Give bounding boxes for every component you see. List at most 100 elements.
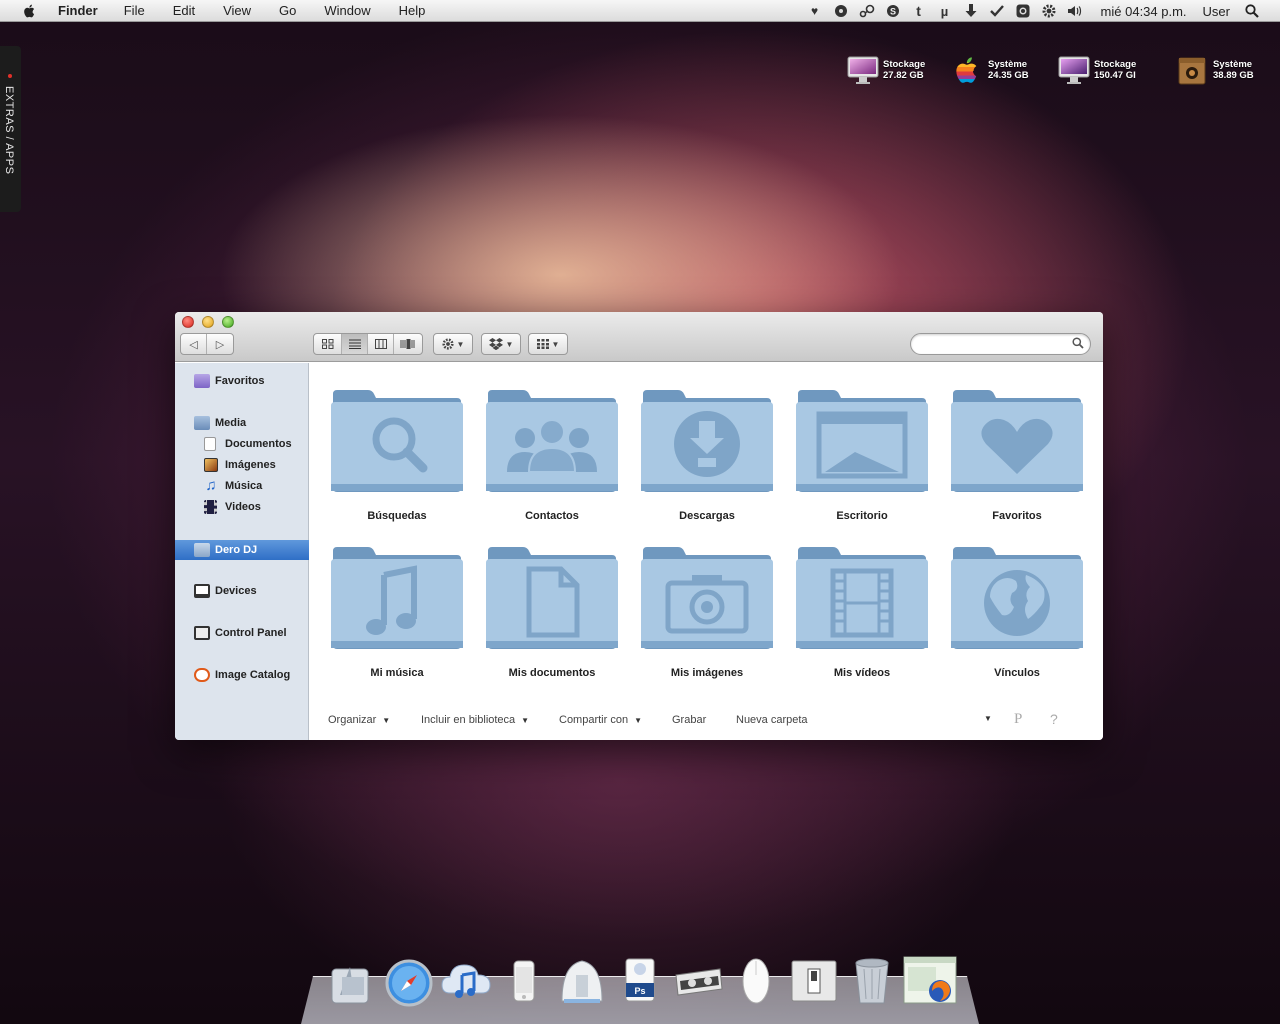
- folder-escritorio[interactable]: Escritorio: [792, 388, 932, 538]
- camera-icon: [641, 547, 773, 649]
- tape-icon[interactable]: [670, 955, 726, 1007]
- folder-mis-imagenes[interactable]: Mis imágenes: [637, 545, 777, 695]
- music-icon: ♫: [205, 477, 217, 494]
- apple-menu-icon[interactable]: [20, 3, 40, 19]
- folder-label: Escritorio: [836, 510, 888, 522]
- folder-label: Vínculos: [994, 667, 1040, 679]
- folder-busquedas[interactable]: Búsquedas: [327, 388, 467, 538]
- menu-help[interactable]: Help: [399, 3, 426, 18]
- safari-icon[interactable]: [381, 955, 437, 1007]
- user-menu[interactable]: User: [1203, 4, 1230, 19]
- drive-name: Stockage: [1094, 59, 1137, 70]
- volume-icon[interactable]: [1067, 3, 1083, 19]
- menubar-clock[interactable]: mié 04:34 p.m.: [1101, 4, 1187, 19]
- skype-icon[interactable]: S: [885, 3, 901, 19]
- migration-icon[interactable]: [322, 955, 378, 1007]
- list-view-button[interactable]: [342, 334, 368, 354]
- view-options-button[interactable]: ▼: [978, 714, 992, 723]
- time-machine-icon[interactable]: [554, 955, 610, 1007]
- column-view-button[interactable]: [368, 334, 394, 354]
- new-folder-button[interactable]: Nueva carpeta: [736, 714, 808, 726]
- checkmark-icon[interactable]: [989, 3, 1005, 19]
- action-gear-button[interactable]: ▼: [434, 334, 472, 354]
- extras-apps-label: EXTRAS / APPS: [3, 86, 15, 175]
- trash-icon[interactable]: [844, 955, 900, 1007]
- menu-edit[interactable]: Edit: [173, 3, 195, 18]
- icon-view-button[interactable]: [314, 334, 342, 354]
- sidebar-item-media[interactable]: Media: [175, 413, 309, 433]
- mouse-icon[interactable]: [728, 955, 784, 1007]
- sidebar-item-dero-dj[interactable]: Dero DJ: [175, 540, 309, 560]
- video-icon: [204, 500, 217, 514]
- photoshop-icon[interactable]: Ps: [612, 955, 668, 1007]
- sidebar-item-favoritos[interactable]: Favoritos: [175, 371, 309, 391]
- sidebar-item-label: Música: [225, 480, 263, 492]
- zoom-button[interactable]: [222, 316, 234, 328]
- arrange-button[interactable]: ▼: [529, 334, 567, 354]
- close-button[interactable]: [182, 316, 194, 328]
- include-label: Incluir en biblioteca: [421, 714, 516, 726]
- share-with-button[interactable]: Compartir con ▼: [559, 714, 642, 726]
- gear-icon[interactable]: [1041, 3, 1057, 19]
- menu-window[interactable]: Window: [324, 3, 370, 18]
- folder-contactos[interactable]: Contactos: [482, 388, 622, 538]
- forward-button[interactable]: ▷: [207, 334, 233, 354]
- drive-widget[interactable]: Système 38.89 GB: [1177, 54, 1254, 86]
- record-icon[interactable]: [833, 3, 849, 19]
- back-button[interactable]: ◁: [181, 334, 207, 354]
- help-button[interactable]: ?: [1050, 711, 1058, 727]
- dropbox-menu-group: ▼: [481, 333, 521, 355]
- itunes-icon[interactable]: [438, 955, 494, 1007]
- sidebar-item-control-panel[interactable]: Control Panel: [175, 623, 309, 643]
- steam-icon[interactable]: [859, 3, 875, 19]
- download-icon[interactable]: [963, 3, 979, 19]
- folder-mis-videos[interactable]: Mis vídeos: [792, 545, 932, 695]
- coverflow-view-button[interactable]: [394, 334, 422, 354]
- firefox-icon[interactable]: [902, 955, 958, 1007]
- film-icon: [796, 547, 928, 649]
- sidebar-item-documentos[interactable]: Documentos: [175, 434, 309, 454]
- control-panel-icon: [194, 626, 210, 640]
- folder-vinculos[interactable]: Vínculos: [947, 545, 1087, 695]
- apple-icon: [952, 54, 984, 86]
- globe-icon: [951, 547, 1083, 649]
- minimize-button[interactable]: [202, 316, 214, 328]
- spotlight-search-icon[interactable]: [1244, 3, 1260, 19]
- menu-file[interactable]: File: [124, 3, 145, 18]
- drive-widget[interactable]: Stockage 150.47 GI: [1058, 54, 1136, 86]
- sidebar-item-image-catalog[interactable]: Image Catalog: [175, 665, 309, 685]
- folder-descargas[interactable]: Descargas: [637, 388, 777, 538]
- folder-mis-documentos[interactable]: Mis documentos: [482, 545, 622, 695]
- search-icon: [1072, 337, 1084, 349]
- app-name-menu[interactable]: Finder: [58, 3, 98, 18]
- search-input[interactable]: [921, 337, 1069, 351]
- folder-mi-musica[interactable]: Mi música: [327, 545, 467, 695]
- sidebar-item-imagenes[interactable]: Imágenes: [175, 455, 309, 475]
- folder-favoritos[interactable]: Favoritos: [947, 388, 1087, 538]
- organize-label: Organizar: [328, 714, 377, 726]
- sidebar-item-musica[interactable]: ♫ Música: [175, 476, 309, 496]
- drive-widget[interactable]: Système 24.35 GB: [952, 54, 1029, 86]
- grid-icon: [536, 339, 549, 349]
- music-note-icon: [331, 547, 463, 649]
- switch-icon[interactable]: [786, 955, 842, 1007]
- sidebar-item-videos[interactable]: Videos: [175, 497, 309, 517]
- utorrent-icon[interactable]: µ: [937, 3, 953, 19]
- document-icon: [486, 547, 618, 649]
- dropbox-button[interactable]: ▼: [482, 334, 520, 354]
- include-in-library-button[interactable]: Incluir en biblioteca ▼: [421, 714, 529, 726]
- iphone-icon[interactable]: [496, 955, 552, 1007]
- burn-button[interactable]: Grabar: [672, 714, 706, 726]
- heart-icon[interactable]: ♥: [807, 3, 823, 19]
- command-bar: Organizar ▼ Incluir en biblioteca ▼ Compar…: [310, 693, 1103, 740]
- drive-widget[interactable]: Stockage 27.82 GB: [847, 54, 925, 86]
- preview-pane-button[interactable]: P: [1014, 711, 1022, 728]
- organize-button[interactable]: Organizar ▼: [328, 714, 390, 726]
- tumblr-icon[interactable]: t: [911, 3, 927, 19]
- extras-apps-tab[interactable]: EXTRAS / APPS: [0, 46, 21, 212]
- menu-go[interactable]: Go: [279, 3, 296, 18]
- search-field[interactable]: [910, 333, 1091, 355]
- camera-icon[interactable]: [1015, 3, 1031, 19]
- menu-view[interactable]: View: [223, 3, 251, 18]
- sidebar-item-devices[interactable]: Devices: [175, 581, 309, 601]
